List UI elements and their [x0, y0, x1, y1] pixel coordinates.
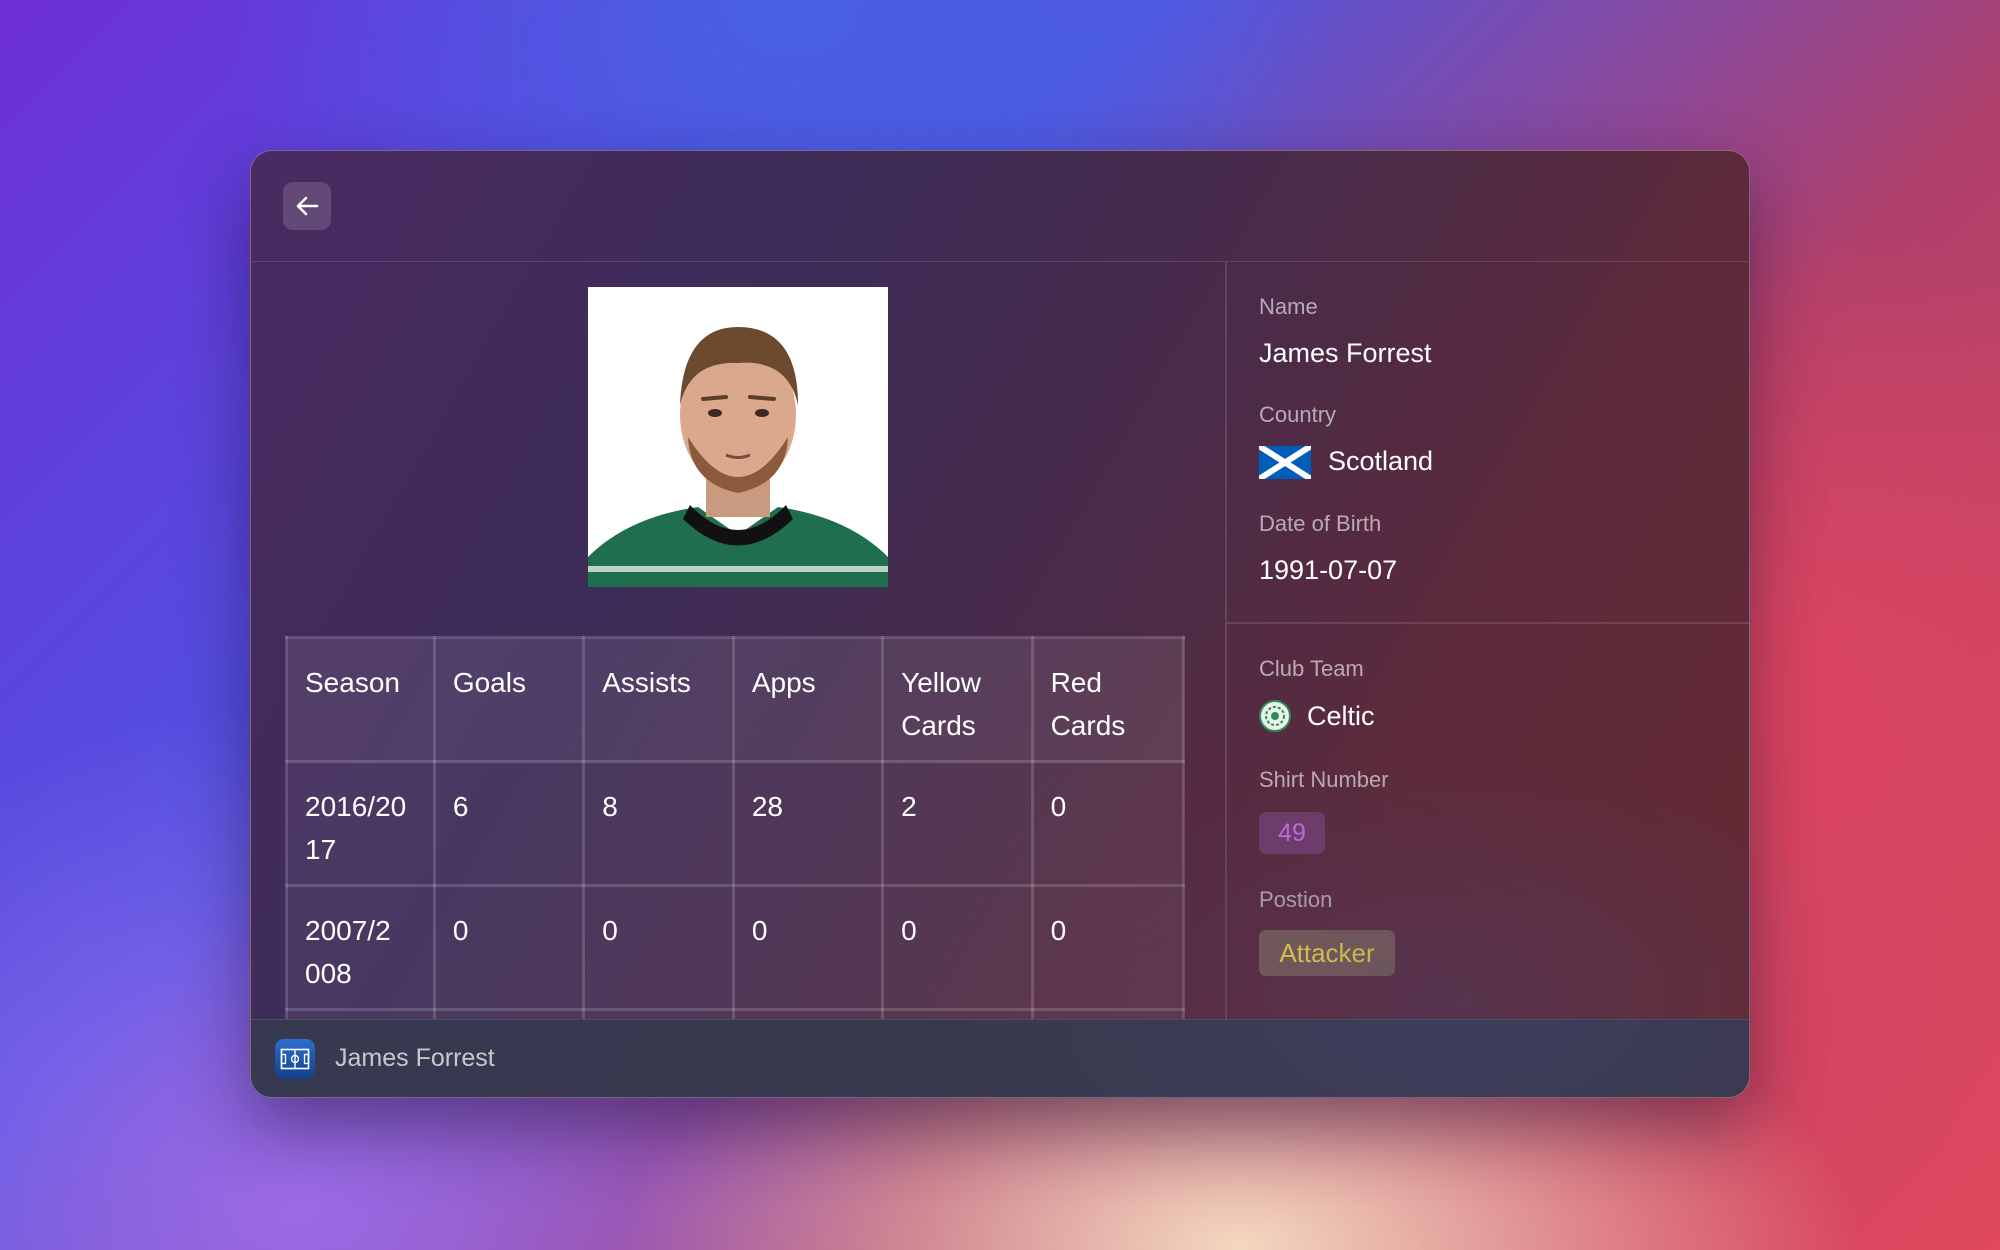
- table-cell: [582, 1008, 735, 1019]
- scotland-flag-icon: [1257, 443, 1313, 482]
- table-cell: 0: [1030, 884, 1186, 1011]
- table-row: 2007/2 008 0 0 0 0 0: [285, 884, 1186, 1011]
- app-window: Season Goals Assists Apps Yellow Cards R…: [250, 150, 1750, 1098]
- table-header-row: Season Goals Assists Apps Yellow Cards R…: [285, 636, 1186, 763]
- celtic-crest-icon: [1259, 700, 1291, 732]
- club-name: Celtic: [1307, 701, 1375, 731]
- date-of-birth: 1991-07-07: [1259, 555, 1398, 585]
- table-cell: 6: [432, 760, 586, 887]
- football-pitch-icon: [275, 1039, 315, 1079]
- table-cell: 28: [731, 760, 885, 887]
- stats-table: Season Goals Assists Apps Yellow Cards R…: [285, 636, 1186, 1019]
- column-header: Season: [285, 636, 436, 763]
- table-cell: 2007/2 008: [285, 884, 436, 1011]
- table-cell: [432, 1008, 586, 1019]
- details-pane: Name James Forrest Country Scotland Date…: [1227, 262, 1749, 1019]
- table-cell: [881, 1008, 1034, 1019]
- column-header: Red Cards: [1030, 636, 1186, 763]
- table-row: 2016/20 17 6 8 28 2 0: [285, 760, 1186, 887]
- footer-title: James Forrest: [335, 1044, 495, 1072]
- footer-bar: James Forrest: [251, 1019, 1749, 1097]
- shirt-number-label: Shirt Number: [1259, 767, 1389, 792]
- shirt-number-badge: 49: [1259, 812, 1325, 854]
- table-cell: 0: [731, 884, 885, 1011]
- table-cell: 0: [1030, 760, 1186, 887]
- back-button[interactable]: [283, 182, 331, 230]
- country-label: Country: [1259, 402, 1337, 427]
- column-header: Yellow Cards: [881, 636, 1034, 763]
- toolbar: [251, 151, 1749, 262]
- position-badge: Attacker: [1259, 930, 1395, 976]
- stats-pane: Season Goals Assists Apps Yellow Cards R…: [251, 262, 1225, 1019]
- dob-label: Date of Birth: [1259, 511, 1382, 536]
- table-cell: 8: [582, 760, 735, 887]
- position-label: Postion: [1259, 887, 1333, 912]
- table-cell: 0: [881, 884, 1034, 1011]
- table-cell: [731, 1008, 885, 1019]
- column-header: Apps: [731, 636, 885, 763]
- player-name: James Forrest: [1259, 338, 1432, 368]
- club-label: Club Team: [1259, 656, 1364, 681]
- table-cell: 2: [881, 760, 1034, 887]
- country-name: Scotland: [1328, 446, 1434, 476]
- column-header: Assists: [582, 636, 735, 763]
- table-cell: 0: [432, 884, 586, 1011]
- arrow-left-icon: [296, 196, 319, 216]
- table-cell: [1030, 1008, 1186, 1019]
- name-label: Name: [1259, 294, 1318, 319]
- table-cell: [285, 1008, 436, 1019]
- table-cell: 2016/20 17: [285, 760, 436, 887]
- table-row: [285, 1008, 1186, 1019]
- section-divider: [1227, 622, 1749, 624]
- column-header: Goals: [432, 636, 586, 763]
- table-cell: 0: [582, 884, 735, 1011]
- player-photo: [588, 287, 888, 587]
